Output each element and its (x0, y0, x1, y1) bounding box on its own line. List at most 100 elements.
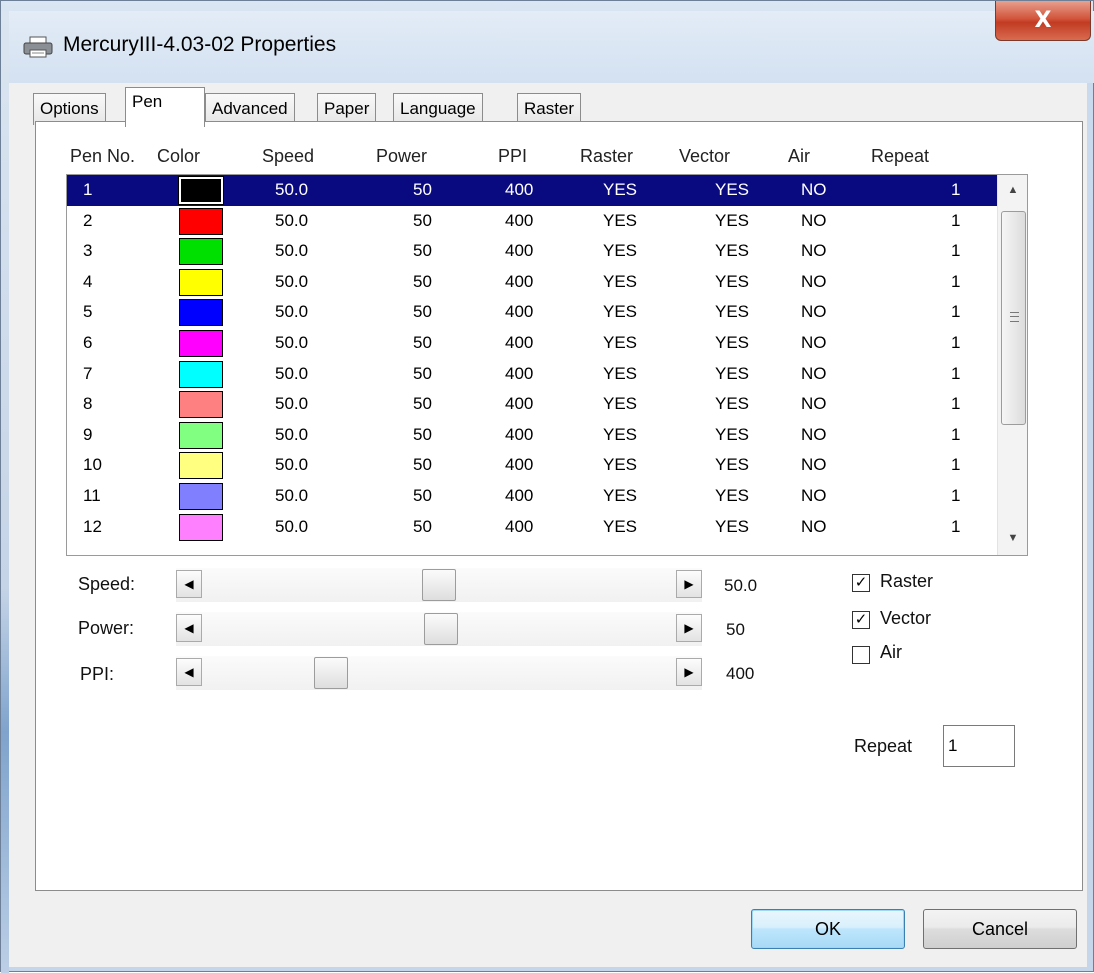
speed-label: Speed: (78, 574, 136, 594)
air-cell: NO (801, 516, 827, 536)
air-cell: NO (801, 271, 827, 291)
table-row[interactable]: 7 50.0 50 400 YES YES NO 1 (67, 359, 997, 390)
printer-icon (23, 36, 53, 58)
speed-cell: 50.0 (275, 363, 309, 383)
ppi-cell: 400 (505, 486, 534, 505)
ok-button[interactable]: OK (751, 909, 905, 949)
raster-checkbox-label: Raster (880, 571, 934, 591)
ppi-cell: 400 (505, 241, 534, 261)
speed-cell: 50.0 (275, 516, 309, 536)
pen-color-swatch (179, 513, 223, 541)
repeat-cell: 1 (951, 210, 961, 230)
pen-color-swatch (179, 207, 223, 235)
table-row[interactable]: 11 50.0 50 400 YES YES NO 1 (67, 481, 997, 512)
speed-left-arrow-icon[interactable]: ◀ (176, 570, 202, 598)
air-cell: NO (801, 424, 827, 444)
air-cell: NO (801, 455, 827, 475)
repeat-input[interactable] (943, 725, 1015, 767)
power-cell: 50 (413, 210, 432, 230)
table-row[interactable]: 4 50.0 50 400 YES YES NO 1 (67, 267, 997, 298)
power-slider[interactable]: ◀ ▶ (176, 612, 702, 646)
ppi-slider-thumb[interactable] (314, 657, 348, 689)
speed-cell: 50.0 (275, 210, 309, 230)
speed-cell: 50.0 (275, 424, 309, 444)
pen-number: 3 (83, 241, 93, 261)
ppi-slider[interactable]: ◀ ▶ (176, 656, 702, 690)
close-button[interactable]: X (995, 1, 1091, 41)
repeat-cell: 1 (951, 271, 961, 291)
power-cell: 50 (413, 486, 432, 505)
vector-cell: YES (715, 302, 750, 322)
raster-cell: YES (603, 333, 638, 352)
power-cell: 50 (413, 516, 432, 536)
pen-color-swatch (179, 238, 223, 266)
power-right-arrow-icon[interactable]: ▶ (676, 614, 702, 642)
raster-cell: YES (603, 302, 638, 322)
tab-pen[interactable]: Pen (125, 87, 205, 127)
cancel-button[interactable]: Cancel (923, 909, 1077, 949)
speed-slider-thumb[interactable] (422, 569, 456, 601)
raster-cell: YES (603, 516, 638, 536)
pen-color-swatch (179, 391, 223, 419)
speed-cell: 50.0 (275, 271, 309, 291)
vector-cell: YES (715, 333, 750, 352)
power-left-arrow-icon[interactable]: ◀ (176, 614, 202, 642)
power-slider-thumb[interactable] (424, 613, 458, 645)
raster-checkbox[interactable]: ✓ (852, 574, 870, 592)
ppi-left-arrow-icon[interactable]: ◀ (176, 658, 202, 686)
repeat-cell: 1 (951, 516, 961, 536)
column-header-speed: Speed (262, 146, 315, 166)
vector-checkbox[interactable]: ✓ (852, 611, 870, 629)
speed-right-arrow-icon[interactable]: ▶ (676, 570, 702, 598)
pen-number: 9 (83, 424, 93, 444)
table-row[interactable]: 3 50.0 50 400 YES YES NO 1 (67, 236, 997, 267)
speed-slider[interactable]: ◀ ▶ (176, 568, 702, 602)
air-checkbox-label: Air (880, 642, 902, 662)
table-row[interactable]: 10 50.0 50 400 YES YES NO 1 (67, 450, 997, 481)
table-row[interactable]: 12 50.0 50 400 YES YES NO 1 (67, 512, 997, 543)
ppi-cell: 400 (505, 394, 534, 414)
table-row[interactable]: 6 50.0 50 400 YES YES NO 1 (67, 328, 997, 359)
pen-color-swatch (179, 268, 223, 296)
power-cell: 50 (413, 394, 432, 414)
column-header-repeat: Repeat (871, 146, 930, 166)
pen-number: 4 (83, 271, 93, 291)
vector-cell: YES (715, 180, 750, 199)
dialog-client-area: Options Pen Advanced Paper Language Rast… (9, 83, 1087, 967)
pen-list[interactable]: 12 50.0 50 400 YES YES NO 1 11 50.0 50 400 YES YES NO 1… (66, 174, 1028, 556)
ppi-value: 400 (726, 664, 755, 683)
vector-cell: YES (715, 271, 750, 291)
table-row[interactable]: 8 50.0 50 400 YES YES NO 1 (67, 389, 997, 420)
ppi-cell: 400 (505, 302, 534, 322)
speed-cell: 50.0 (275, 394, 309, 414)
table-row[interactable]: 5 50.0 50 400 YES YES NO 1 (67, 297, 997, 328)
ppi-cell: 400 (505, 455, 534, 475)
column-header-air: Air (788, 146, 810, 166)
column-header-raster: Raster (580, 146, 634, 166)
pen-number: 2 (83, 210, 93, 230)
table-row[interactable]: 1 50.0 50 400 YES YES NO 1 (67, 175, 997, 206)
scroll-up-icon[interactable]: ▲ (998, 175, 1027, 205)
ppi-label: PPI: (80, 664, 115, 684)
air-checkbox[interactable] (852, 646, 870, 664)
title-bar: MercuryIII-4.03-02 Properties (9, 11, 1094, 83)
table-row[interactable]: 2 50.0 50 400 YES YES NO 1 (67, 206, 997, 237)
ppi-cell: 400 (505, 271, 534, 291)
vertical-scrollbar[interactable]: ▲ ▼ (997, 175, 1027, 555)
scroll-down-icon[interactable]: ▼ (998, 523, 1027, 553)
table-row[interactable]: 9 50.0 50 400 YES YES NO 1 (67, 420, 997, 451)
speed-cell: 50.0 (275, 180, 309, 199)
repeat-cell: 1 (951, 455, 961, 475)
ppi-cell: 400 (505, 180, 534, 199)
ppi-right-arrow-icon[interactable]: ▶ (676, 658, 702, 686)
vector-cell: YES (715, 486, 750, 505)
repeat-cell: 1 (951, 363, 961, 383)
pen-number: 10 (83, 455, 102, 475)
power-value: 50 (726, 620, 745, 639)
scrollbar-thumb[interactable] (1001, 211, 1026, 425)
column-header-pen-no: Pen No. (70, 146, 136, 166)
speed-cell: 50.0 (275, 302, 309, 322)
vector-cell: YES (715, 241, 750, 261)
pen-number: 12 (83, 516, 102, 536)
raster-cell: YES (603, 394, 638, 414)
